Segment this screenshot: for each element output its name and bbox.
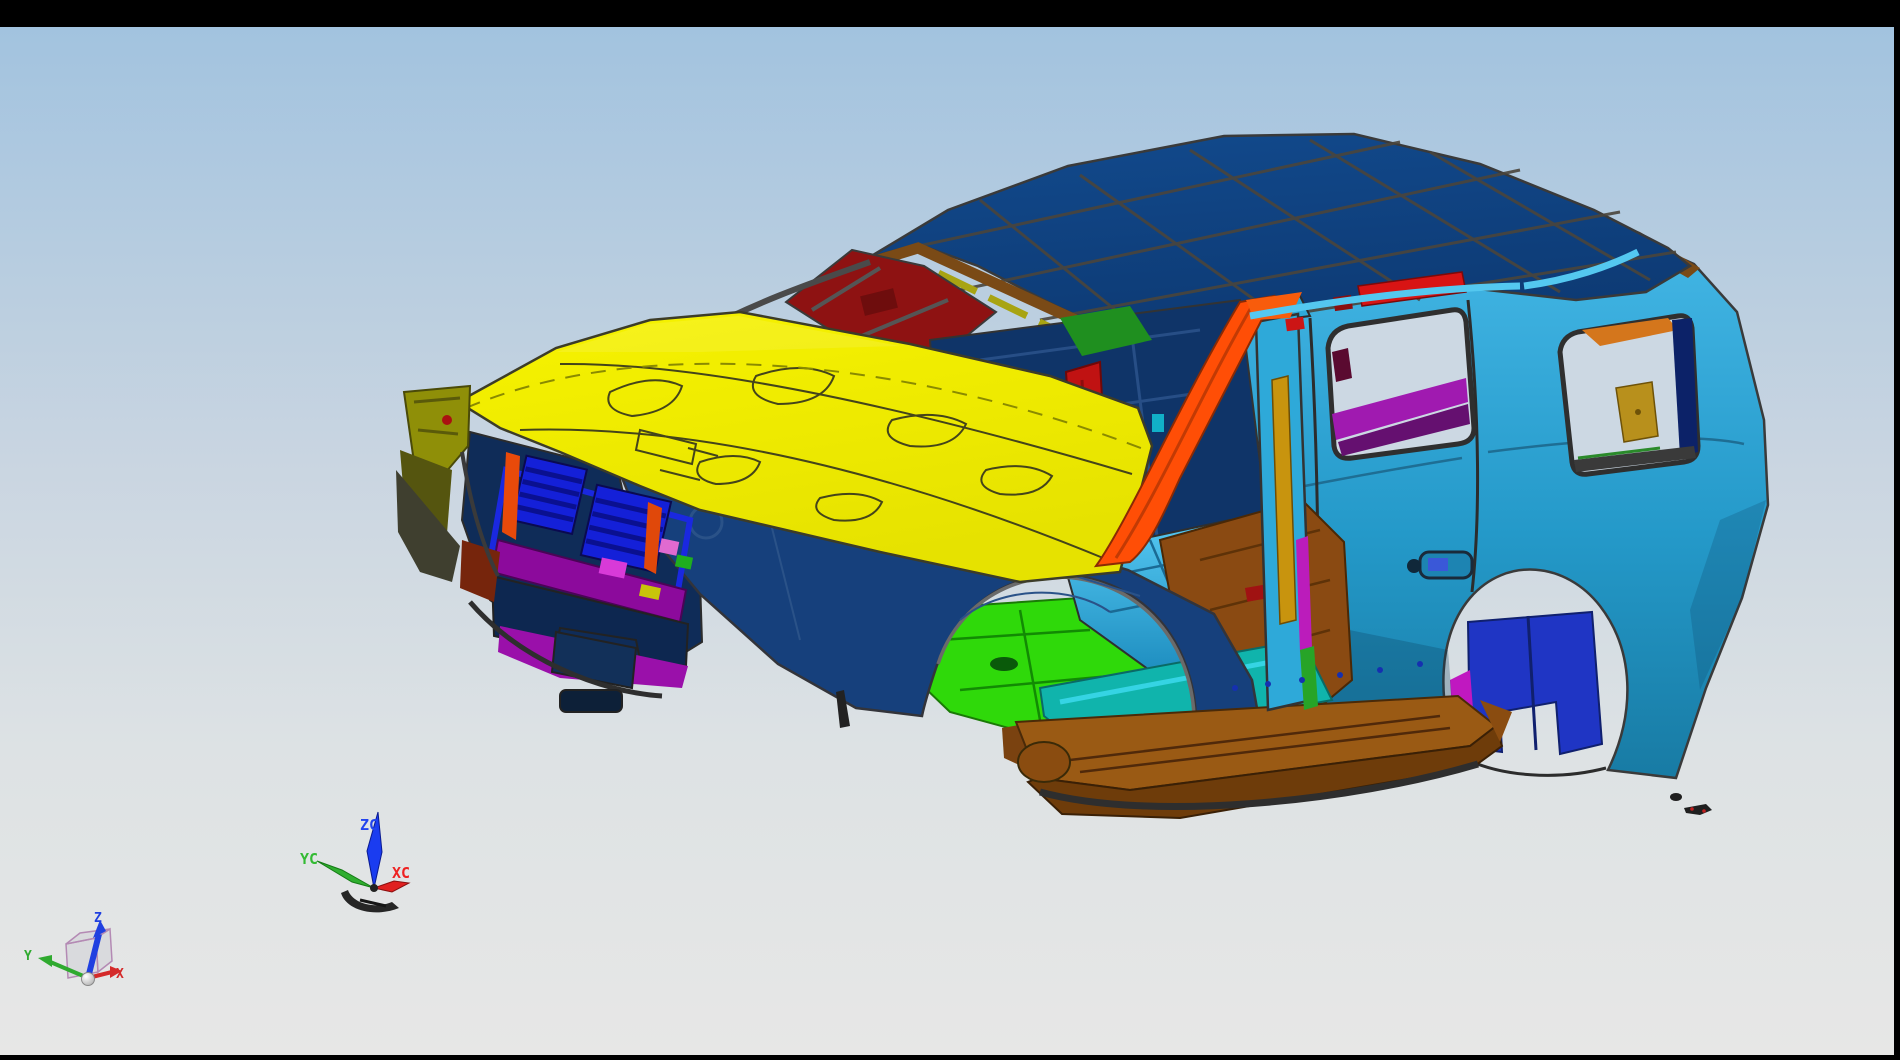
interior-cyan-fleck — [1152, 414, 1164, 432]
3d-viewport[interactable]: ZC YC XC Z Y X — [0, 27, 1894, 1055]
debris-blob[interactable] — [1670, 793, 1682, 801]
wcs-z-label: ZC — [360, 816, 378, 834]
door-lock-recess — [1407, 559, 1421, 573]
b-pillar-red-top — [1285, 317, 1304, 331]
tow-bracket — [560, 690, 622, 712]
door-handle-glint — [1428, 558, 1448, 571]
abs-z-label: Z — [94, 911, 102, 926]
rear-door-window[interactable] — [1328, 310, 1474, 459]
debris-red-dot — [1690, 807, 1694, 811]
abs-y-label: Y — [24, 949, 32, 964]
board-end-cap — [1018, 742, 1070, 782]
wcs-origin[interactable] — [370, 884, 378, 892]
door-dot — [1299, 677, 1305, 683]
floor-green-slot — [990, 657, 1018, 671]
grille-upper[interactable] — [512, 456, 587, 534]
window-frame-right — [1894, 0, 1900, 1060]
application-window: ZC YC XC Z Y X — [0, 0, 1900, 1060]
abs-origin-sphere — [82, 973, 95, 986]
door-dot — [1337, 672, 1343, 678]
window-frame-top — [0, 0, 1900, 27]
gold-plate-hole — [1635, 409, 1641, 415]
abs-x-label: X — [116, 967, 124, 982]
fender-tip-red-dot — [442, 415, 452, 425]
debris-red-dot — [1702, 809, 1706, 813]
wcs-y-label: YC — [300, 850, 318, 868]
quarter-window[interactable] — [1560, 316, 1698, 475]
door-dot — [1232, 685, 1238, 691]
door-dot — [1377, 667, 1383, 673]
door-dot — [1417, 661, 1423, 667]
wcs-x-label: XC — [392, 864, 410, 882]
door-dot — [1265, 681, 1271, 687]
car-body-model: ZC YC XC Z Y X — [0, 27, 1894, 1055]
